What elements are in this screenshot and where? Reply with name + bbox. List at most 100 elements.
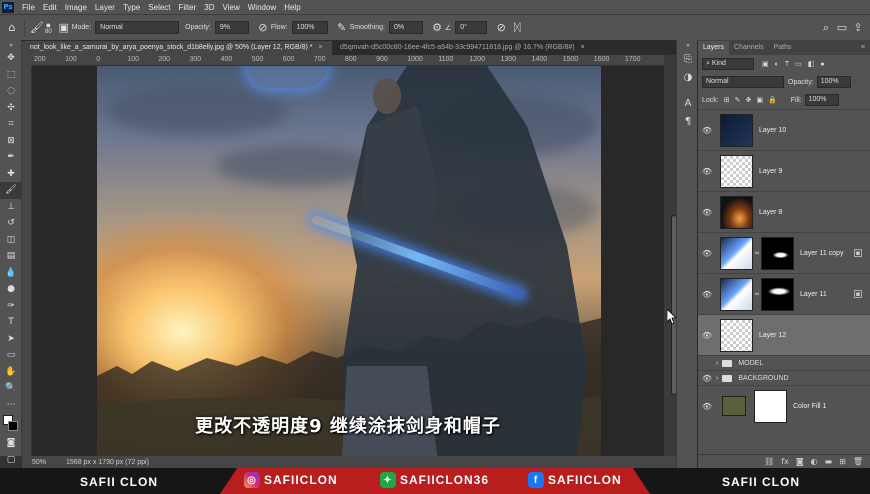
group-name[interactable]: BACKGROUND bbox=[738, 375, 788, 382]
smart-object-filter-icon[interactable]: ◧ bbox=[808, 60, 815, 68]
blur-tool-icon[interactable]: 💧 bbox=[0, 265, 22, 282]
layer-name[interactable]: Layer 10 bbox=[759, 127, 786, 134]
lasso-tool-icon[interactable]: ◌ bbox=[0, 83, 22, 100]
adjustments-panel-icon[interactable]: ◑ bbox=[677, 68, 699, 86]
screen-mode-icon[interactable]: ▢ bbox=[0, 452, 22, 469]
brush-tool-preset-icon[interactable]: 🖌 bbox=[29, 20, 45, 36]
tab-second-document[interactable]: d5qmvah-d5c00c80-16ee-4fc5-a94b-33c99471… bbox=[332, 41, 622, 55]
menu-help[interactable]: Help bbox=[280, 3, 304, 12]
path-selection-tool-icon[interactable]: ➤ bbox=[0, 331, 22, 348]
menu-image[interactable]: Image bbox=[61, 3, 91, 12]
eyedropper-tool-icon[interactable]: ✒ bbox=[0, 149, 22, 166]
menu-layer[interactable]: Layer bbox=[91, 3, 119, 12]
expand-arrows-icon[interactable]: « bbox=[677, 40, 699, 50]
healing-brush-tool-icon[interactable]: ✚ bbox=[0, 166, 22, 183]
layer-row[interactable]: 👁 ∞ Layer 11 copy ▪ bbox=[698, 232, 870, 273]
lock-position-icon[interactable]: ✥ bbox=[745, 96, 751, 104]
layer-fill-input[interactable]: 100% bbox=[804, 94, 839, 106]
pixel-filter-icon[interactable]: ▣ bbox=[762, 60, 769, 68]
new-group-icon[interactable]: ▬ bbox=[825, 457, 833, 466]
pressure-size-icon[interactable]: ⊘ bbox=[493, 20, 509, 36]
color-swatches[interactable] bbox=[0, 413, 22, 435]
brush-tool-icon[interactable]: 🖌 bbox=[0, 182, 22, 199]
group-name[interactable]: MODEL bbox=[738, 360, 763, 367]
delete-layer-icon[interactable]: 🗑 bbox=[853, 457, 863, 466]
layer-name[interactable]: Color Fill 1 bbox=[793, 403, 826, 410]
eraser-tool-icon[interactable]: ◫ bbox=[0, 232, 22, 249]
paragraph-panel-icon[interactable]: ¶ bbox=[677, 112, 699, 130]
add-mask-icon[interactable]: ◙ bbox=[796, 457, 804, 466]
canvas-vertical-scrollbar[interactable] bbox=[664, 55, 677, 456]
lock-transparency-icon[interactable]: ⊞ bbox=[724, 96, 730, 104]
symmetry-icon[interactable]: ᛞ bbox=[509, 20, 525, 36]
visibility-eye-icon[interactable]: 👁 bbox=[698, 167, 716, 176]
visibility-eye-icon[interactable]: 👁 bbox=[698, 290, 716, 299]
crop-tool-icon[interactable]: ⌗ bbox=[0, 116, 22, 133]
layer-row[interactable]: 👁 Layer 8 bbox=[698, 191, 870, 232]
blend-mode-select[interactable]: Normal bbox=[702, 76, 784, 88]
layer-group-row[interactable]: 👁 › MODEL bbox=[698, 355, 870, 370]
search-icon[interactable]: ⌕ bbox=[818, 20, 834, 36]
lock-artboard-icon[interactable]: ▣ bbox=[756, 96, 763, 104]
marquee-tool-icon[interactable]: ⬚ bbox=[0, 67, 22, 84]
expand-chevron-icon[interactable]: › bbox=[716, 360, 718, 367]
pressure-opacity-icon[interactable]: ⊘ bbox=[255, 20, 271, 36]
mask-link-icon[interactable]: ∞ bbox=[753, 249, 761, 257]
close-tab-icon[interactable]: × bbox=[318, 44, 322, 51]
layer-opacity-input[interactable]: 100% bbox=[816, 76, 851, 88]
tab-layers[interactable]: Layers bbox=[698, 41, 730, 55]
link-layers-icon[interactable]: ⛓ bbox=[764, 457, 774, 466]
history-brush-tool-icon[interactable]: ↺ bbox=[0, 215, 22, 232]
visibility-eye-icon[interactable]: 👁 bbox=[698, 126, 716, 135]
opacity-input[interactable]: 9% bbox=[214, 21, 249, 34]
flow-input[interactable]: 100% bbox=[291, 21, 328, 34]
visibility-eye-icon[interactable]: 👁 bbox=[698, 402, 716, 411]
pen-tool-icon[interactable]: ✑ bbox=[0, 298, 22, 315]
home-icon[interactable]: ⌂ bbox=[4, 20, 20, 36]
visibility-eye-icon[interactable]: 👁 bbox=[698, 331, 716, 340]
brush-settings-panel-icon[interactable]: ▣ bbox=[56, 20, 72, 36]
type-filter-icon[interactable]: T bbox=[785, 61, 789, 68]
dodge-tool-icon[interactable]: ● bbox=[0, 281, 22, 298]
background-color-swatch[interactable] bbox=[8, 421, 18, 431]
adjustment-filter-icon[interactable]: ◐ bbox=[775, 61, 779, 68]
layer-name[interactable]: Layer 9 bbox=[759, 168, 782, 175]
tab-channels[interactable]: Channels bbox=[729, 41, 769, 55]
layer-row[interactable]: 👁 ∞ Layer 11 ▪ bbox=[698, 273, 870, 314]
menu-edit[interactable]: Edit bbox=[39, 3, 61, 12]
mode-select[interactable]: Normal bbox=[95, 21, 180, 34]
filter-toggle-icon[interactable]: ● bbox=[820, 61, 824, 68]
artwork-image[interactable] bbox=[97, 66, 601, 456]
layer-name[interactable]: Layer 11 bbox=[800, 291, 827, 298]
layer-mask-thumbnail[interactable] bbox=[761, 277, 794, 311]
quick-mask-icon[interactable]: ◙ bbox=[0, 435, 22, 452]
layer-name[interactable]: Layer 11 copy bbox=[800, 250, 843, 257]
tab-active-document[interactable]: not_look_like_a_samurai_by_arya_poenya_s… bbox=[22, 41, 332, 55]
new-layer-icon[interactable]: ⊞ bbox=[839, 457, 846, 466]
rectangle-tool-icon[interactable]: ▭ bbox=[0, 347, 22, 364]
layer-row-selected[interactable]: 👁 Layer 12 bbox=[698, 314, 870, 355]
fx-icon[interactable]: fx bbox=[781, 457, 789, 466]
menu-3d[interactable]: 3D bbox=[200, 3, 218, 12]
character-panel-icon[interactable]: A bbox=[677, 94, 699, 112]
smoothing-input[interactable]: 0% bbox=[389, 21, 423, 34]
layer-row[interactable]: 👁 Layer 9 bbox=[698, 150, 870, 191]
brush-size-picker[interactable]: ● 80 bbox=[45, 20, 52, 35]
quick-select-tool-icon[interactable]: ✣ bbox=[0, 100, 22, 117]
menu-file[interactable]: File bbox=[18, 3, 39, 12]
menu-view[interactable]: View bbox=[219, 3, 244, 12]
layer-mask-thumbnail[interactable] bbox=[761, 236, 794, 270]
kind-filter-select[interactable]: ⌕ Kind bbox=[702, 58, 754, 70]
visibility-eye-icon[interactable]: 👁 bbox=[698, 208, 716, 217]
expand-chevron-icon[interactable]: › bbox=[716, 375, 718, 382]
zoom-tool-icon[interactable]: 🔍 bbox=[0, 380, 22, 397]
close-tab-icon[interactable]: × bbox=[581, 44, 585, 51]
zoom-level[interactable]: 50% bbox=[32, 459, 46, 466]
more-tools-icon[interactable]: ··· bbox=[0, 397, 22, 414]
menu-filter[interactable]: Filter bbox=[175, 3, 201, 12]
layer-name[interactable]: Layer 8 bbox=[759, 209, 782, 216]
menu-type[interactable]: Type bbox=[119, 3, 144, 12]
layer-group-row[interactable]: 👁 › BACKGROUND bbox=[698, 370, 870, 385]
menu-select[interactable]: Select bbox=[144, 3, 174, 12]
layer-name[interactable]: Layer 12 bbox=[759, 332, 786, 339]
